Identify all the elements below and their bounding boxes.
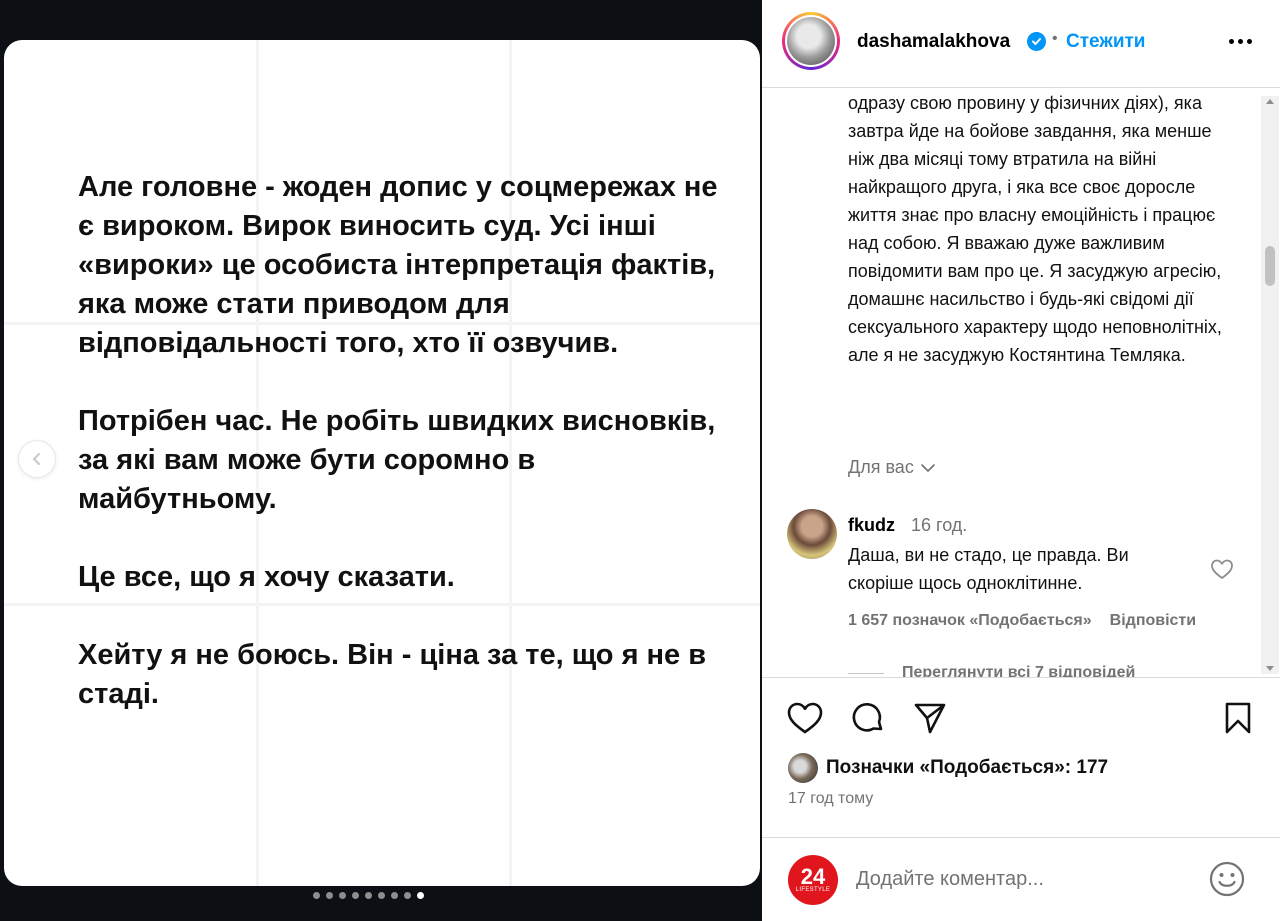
add-comment-bar: 24 LIFESTYLE Додайте коментар...: [762, 837, 1280, 921]
carousel-dot[interactable]: [365, 892, 372, 899]
liker-avatar: [788, 753, 818, 783]
for-you-label: Для вас: [848, 457, 914, 477]
carousel-dot[interactable]: [378, 892, 385, 899]
comment-icon[interactable]: [850, 700, 886, 736]
logo-sub: LIFESTYLE: [795, 887, 831, 893]
comment-time: 16 год.: [911, 515, 968, 535]
comment-likes-count[interactable]: 1 657 позначок «Подобається»: [848, 612, 1092, 630]
more-options-icon[interactable]: [1224, 26, 1256, 56]
slide-paragraph: Потрібен час. Не робіть швидких висновкі…: [78, 405, 716, 515]
for-you-toggle[interactable]: Для вас: [848, 457, 936, 478]
comment-meta: 1 657 позначок «Подобається» Відповісти: [848, 612, 1196, 630]
carousel-prev-button[interactable]: [18, 440, 56, 478]
carousel-dot[interactable]: [417, 892, 424, 899]
scroll-up-icon[interactable]: [1265, 96, 1275, 106]
current-user-avatar: 24 LIFESTYLE: [788, 855, 838, 905]
chevron-left-icon: [33, 453, 40, 465]
slide-paragraph: Але головне - жоден допис у соцмережах н…: [78, 171, 718, 359]
comment-text: Даша, ви не стадо, це правда. Ви скоріше…: [848, 545, 1129, 593]
slide-text: Але головне - жоден допис у соцмережах н…: [78, 168, 738, 753]
scrollbar-thumb[interactable]: [1265, 246, 1275, 286]
carousel-dot[interactable]: [339, 892, 346, 899]
emoji-icon[interactable]: [1208, 860, 1246, 903]
carousel-dot[interactable]: [391, 892, 398, 899]
author-username[interactable]: dashamalakhova: [857, 31, 1010, 53]
logo-number: 24: [800, 864, 826, 889]
carousel-dot[interactable]: [352, 892, 359, 899]
carousel-dot[interactable]: [404, 892, 411, 899]
comments-section: одразу свою провину у фізичних діях), як…: [762, 89, 1280, 677]
carousel-dot[interactable]: [326, 892, 333, 899]
post-sidebar: dashamalakhova • Стежити одразу свою про…: [762, 0, 1280, 921]
post-caption: одразу свою провину у фізичних діях), як…: [848, 93, 1222, 365]
replies-divider: [848, 672, 884, 674]
like-icon[interactable]: [786, 700, 824, 736]
comment-like-icon[interactable]: [1209, 557, 1235, 586]
share-icon[interactable]: [912, 700, 948, 736]
likes-summary[interactable]: Позначки «Подобається»: 177: [788, 753, 1108, 783]
slide-paragraph: Це все, що я хочу сказати.: [78, 561, 455, 593]
view-replies-label: Переглянути всі 7 відповідей: [902, 664, 1136, 677]
verified-badge-icon: [1027, 32, 1046, 51]
comments-scrollbar[interactable]: [1261, 96, 1279, 674]
comment-username[interactable]: fkudz: [848, 515, 895, 536]
scroll-down-icon[interactable]: [1265, 664, 1275, 674]
carousel-slide: Але головне - жоден допис у соцмережах н…: [4, 40, 760, 886]
slide-paragraph: Хейту я не боюсь. Він - ціна за те, що я…: [78, 639, 707, 710]
commenter-avatar[interactable]: [787, 509, 837, 559]
post-timestamp[interactable]: 17 год тому: [788, 790, 873, 808]
carousel-dot[interactable]: [313, 892, 320, 899]
header-separator: •: [1052, 30, 1058, 47]
carousel-dots: [313, 892, 424, 899]
likes-count[interactable]: Позначки «Подобається»: 177: [826, 757, 1108, 779]
media-panel: Але головне - жоден допис у соцмережах н…: [0, 0, 762, 921]
post-header: dashamalakhova • Стежити: [762, 0, 1280, 88]
post-actions: Позначки «Подобається»: 177 17 год тому: [762, 677, 1280, 837]
chevron-down-icon: [921, 463, 935, 472]
follow-button[interactable]: Стежити: [1066, 31, 1145, 53]
comment-reply-button[interactable]: Відповісти: [1110, 612, 1196, 630]
view-replies-button[interactable]: Переглянути всі 7 відповідей: [848, 664, 1135, 677]
save-bookmark-icon[interactable]: [1222, 700, 1254, 736]
comment-input[interactable]: Додайте коментар...: [856, 868, 1044, 891]
author-avatar[interactable]: [782, 12, 840, 70]
